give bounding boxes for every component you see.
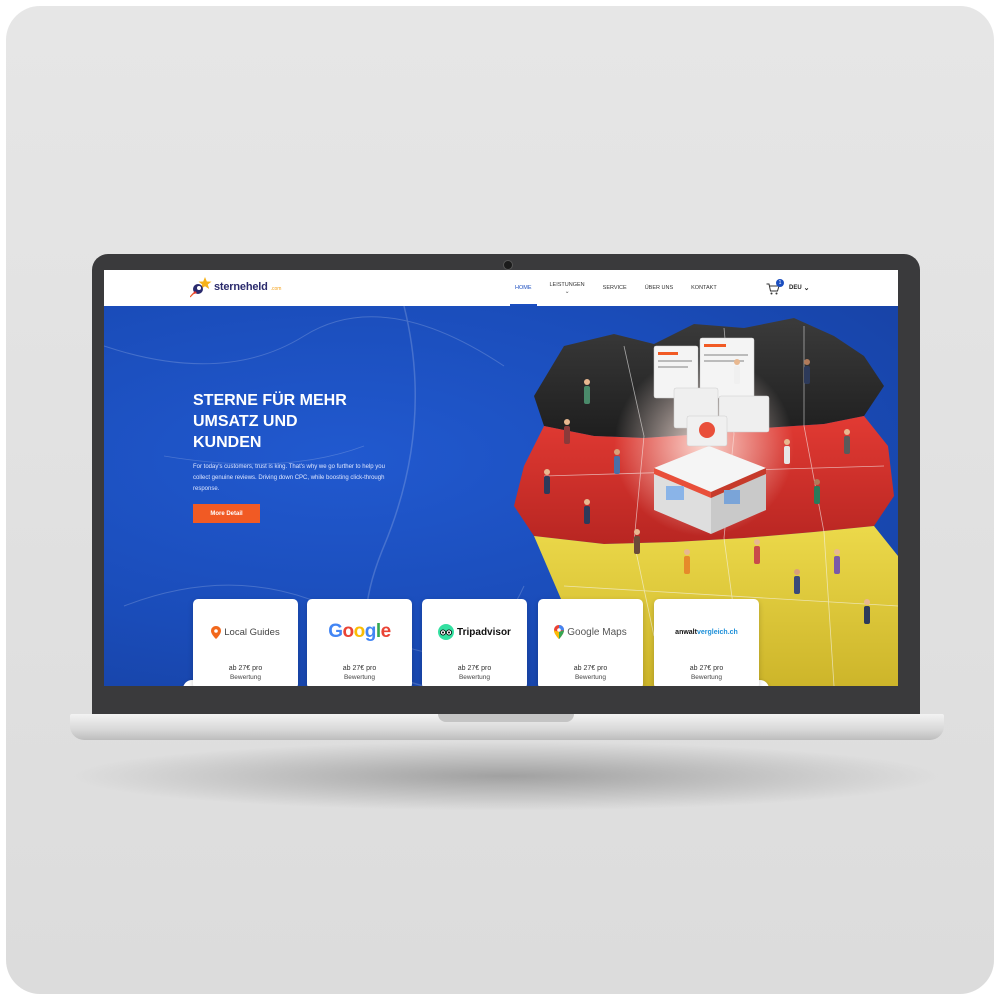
brand-name: sterneheld xyxy=(214,281,268,293)
local-guides-name: Local Guides xyxy=(224,626,280,638)
google-logo: Google xyxy=(307,617,412,647)
owl-icon xyxy=(438,624,455,640)
card-unit: Bewertung xyxy=(574,674,607,681)
map-pin-icon xyxy=(211,625,222,639)
card-price: ab 27€ pro xyxy=(342,665,377,672)
laptop-notch xyxy=(438,714,574,722)
hero-title-line-3: KUNDEN xyxy=(193,434,262,451)
nav-kontakt-label: KONTAKT xyxy=(691,285,717,291)
anwaltvergleich-logo: anwaltvergleich.ch xyxy=(654,617,759,647)
nav-ueber-uns-label: ÜBER UNS xyxy=(644,285,674,291)
local-guides-logo: Local Guides xyxy=(193,617,298,647)
google-maps-name: Google Maps xyxy=(567,626,627,638)
nav-service[interactable]: SERVICE xyxy=(594,270,636,306)
nav-home-label: HOME xyxy=(515,285,532,291)
language-selector[interactable]: DEU ⌄ xyxy=(789,284,810,292)
card-price: ab 27€ pro xyxy=(689,665,724,672)
platform-card-tripadvisor[interactable]: Tripadvisor ab 27€ pro Bewertung xyxy=(422,599,527,686)
card-unit: Bewertung xyxy=(343,674,376,681)
more-detail-button[interactable]: More Detail xyxy=(193,504,260,523)
anwaltvergleich-name-part-1: anwalt xyxy=(675,628,697,636)
hero-description: For today's customers, trust is king. Th… xyxy=(193,464,385,492)
card-unit: Bewertung xyxy=(229,674,262,681)
tripadvisor-logo: Tripadvisor xyxy=(422,617,527,647)
platform-card-google-maps[interactable]: Google Maps ab 27€ pro Bewertung xyxy=(538,599,643,686)
anwaltvergleich-name-part-2: vergleich.ch xyxy=(696,628,738,636)
main-nav: HOME LEISTUNGEN ⌄ SERVICE ÜBER UNS KONTA… xyxy=(506,270,726,306)
nav-ueber-uns[interactable]: ÜBER UNS xyxy=(636,270,682,306)
nav-service-label: SERVICE xyxy=(602,285,627,291)
navbar: sterneheld .com HOME LEISTUNGEN ⌄ SERVIC… xyxy=(104,270,898,307)
google-name: Google xyxy=(328,621,391,642)
brand-logo[interactable]: sterneheld .com xyxy=(190,276,281,298)
nav-home[interactable]: HOME xyxy=(506,270,541,306)
hero-title-line-1: STERNE FÜR MEHR xyxy=(193,392,347,409)
card-unit: Bewertung xyxy=(690,674,723,681)
hero-title: STERNE FÜR MEHR UMSATZ UND KUNDEN xyxy=(193,390,413,453)
cart-count-badge: 1 xyxy=(776,279,784,287)
google-maps-logo: Google Maps xyxy=(538,617,643,647)
nav-leistungen-label: LEISTUNGEN xyxy=(549,282,585,288)
anwaltvergleich-name: anwaltvergleich.ch xyxy=(675,629,738,636)
nav-leistungen[interactable]: LEISTUNGEN ⌄ xyxy=(541,270,594,306)
card-price: ab 27€ pro xyxy=(457,665,492,672)
language-label: DEU xyxy=(789,285,802,291)
brand-tld: .com xyxy=(270,286,282,292)
chevron-down-icon: ⌄ xyxy=(564,289,570,295)
laptop-shadow xyxy=(66,741,946,811)
hero-title-line-2: UMSATZ UND xyxy=(193,413,298,430)
platform-card-local-guides[interactable]: Local Guides ab 27€ pro Bewertung xyxy=(193,599,298,686)
card-price: ab 27€ pro xyxy=(228,665,263,672)
maps-pin-icon xyxy=(554,625,565,639)
card-price: ab 27€ pro xyxy=(573,665,608,672)
card-unit: Bewertung xyxy=(458,674,491,681)
webcam xyxy=(503,260,513,270)
laptop-screen: sterneheld .com HOME LEISTUNGEN ⌄ SERVIC… xyxy=(104,270,898,686)
chevron-down-icon: ⌄ xyxy=(803,284,810,292)
tripadvisor-name: Tripadvisor xyxy=(457,626,511,638)
platform-card-google[interactable]: Google ab 27€ pro Bewertung xyxy=(307,599,412,686)
rocket-star-logo-icon xyxy=(190,277,212,298)
nav-kontakt[interactable]: KONTAKT xyxy=(682,270,726,306)
platform-card-anwaltvergleich[interactable]: anwaltvergleich.ch ab 27€ pro Bewertung xyxy=(654,599,759,686)
